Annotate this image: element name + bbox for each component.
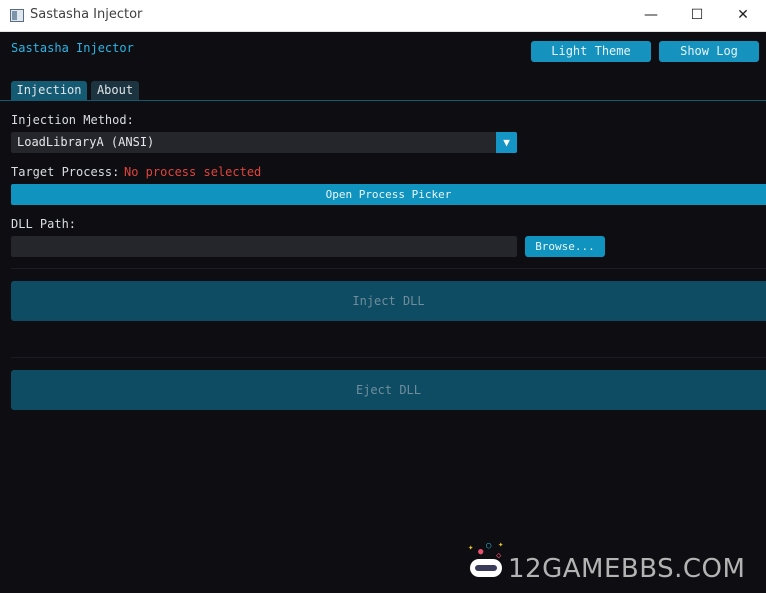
app-window-icon — [10, 9, 24, 22]
app-window: Sastasha Injector — ☐ ✕ Sastasha Injecto… — [0, 0, 766, 593]
maximize-icon[interactable]: ☐ — [674, 0, 720, 31]
browse-button[interactable]: Browse... — [525, 236, 605, 257]
show-log-button[interactable]: Show Log — [659, 41, 759, 62]
open-process-picker-button[interactable]: Open Process Picker — [11, 184, 766, 205]
target-process-status: No process selected — [124, 165, 262, 179]
eject-dll-button[interactable]: Eject DLL — [11, 370, 766, 410]
tab-injection[interactable]: Injection — [11, 81, 87, 100]
sparkle-icon: ✦ — [468, 543, 474, 553]
tab-underline — [0, 100, 766, 101]
dll-path-label: DLL Path: — [11, 217, 77, 231]
window-title: Sastasha Injector — [30, 7, 143, 22]
app-brand: Sastasha Injector — [11, 41, 134, 55]
tab-about[interactable]: About — [91, 81, 139, 100]
target-process-label: Target Process: — [11, 165, 120, 179]
watermark-text: 12GAMEBBS.COM — [508, 554, 746, 584]
sparkle-icon: ✦ — [498, 540, 504, 550]
light-theme-button[interactable]: Light Theme — [531, 41, 651, 62]
dll-path-input[interactable] — [11, 236, 517, 257]
injection-method-label: Injection Method: — [11, 113, 134, 127]
watermark: ✦ ● ○ ✦ ◇ 12GAMEBBS.COM — [462, 540, 762, 586]
injection-method-dropdown[interactable]: LoadLibraryA (ANSI) ▼ — [11, 132, 517, 153]
title-bar[interactable]: Sastasha Injector — ☐ ✕ — [0, 0, 766, 32]
injection-method-value: LoadLibraryA (ANSI) — [17, 135, 155, 149]
close-icon[interactable]: ✕ — [720, 0, 766, 31]
chevron-down-icon[interactable]: ▼ — [496, 132, 517, 153]
sparkle-icon: ○ — [486, 541, 492, 551]
inject-dll-button[interactable]: Inject DLL — [11, 281, 766, 321]
gamepad-icon — [470, 559, 502, 577]
sparkle-icon: ● — [478, 547, 484, 557]
minimize-icon[interactable]: — — [628, 0, 674, 31]
divider — [11, 268, 766, 269]
divider — [11, 357, 766, 358]
